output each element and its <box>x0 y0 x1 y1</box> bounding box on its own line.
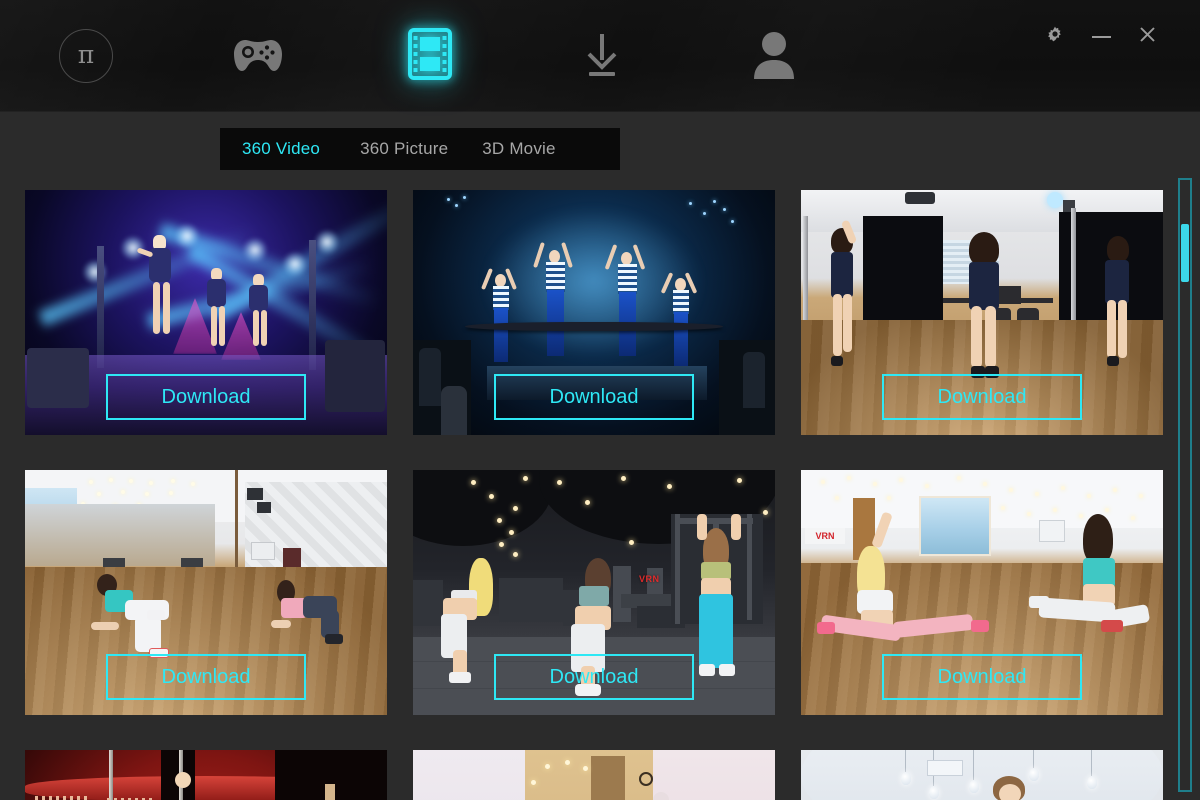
video-card[interactable]: Download <box>801 750 1163 800</box>
video-card[interactable]: Download <box>25 470 387 715</box>
video-card[interactable]: VRN Download <box>801 470 1163 715</box>
vrn-watermark: VRN <box>639 574 660 584</box>
title-bar: π <box>0 0 1200 112</box>
download-button[interactable]: Download <box>106 374 306 420</box>
vrn-watermark: VRN <box>805 528 845 544</box>
download-button[interactable]: Download <box>494 654 694 700</box>
video-card[interactable]: Download <box>801 190 1163 435</box>
thumbnail-image <box>801 750 1163 800</box>
tab-360-picture[interactable]: 360 Picture <box>342 128 466 170</box>
app-window: π 360 Video 360 Picture 3D Movie Downloa… <box>0 0 1200 800</box>
tab-3d-movie[interactable]: 3D Movie <box>466 128 571 170</box>
vertical-scrollbar[interactable] <box>1178 178 1192 792</box>
close-button[interactable] <box>1136 26 1158 48</box>
download-icon <box>579 28 625 85</box>
category-tabs: 360 Video 360 Picture 3D Movie <box>220 128 620 170</box>
nav-item-logo[interactable]: π <box>0 0 172 112</box>
gamepad-icon <box>232 35 284 78</box>
video-card[interactable]: Download <box>413 750 775 800</box>
minimize-icon <box>1091 36 1111 38</box>
nav-item-account[interactable] <box>688 0 860 112</box>
video-grid: Download Download Download Download VRN … <box>25 190 1165 800</box>
download-button[interactable]: Download <box>882 654 1082 700</box>
scrollbar-thumb[interactable] <box>1181 224 1189 282</box>
download-button[interactable]: Download <box>494 374 694 420</box>
film-strip-icon <box>408 27 452 85</box>
gear-icon <box>1046 26 1064 49</box>
video-card[interactable]: Download <box>413 190 775 435</box>
nav-item-games[interactable] <box>172 0 344 112</box>
video-card[interactable]: VRN Download <box>413 470 775 715</box>
window-controls <box>1044 26 1158 48</box>
video-card[interactable]: Download <box>25 190 387 435</box>
download-button[interactable]: Download <box>882 374 1082 420</box>
settings-button[interactable] <box>1044 26 1066 48</box>
thumbnail-image <box>413 750 775 800</box>
minimize-button[interactable] <box>1090 26 1112 48</box>
video-card[interactable]: Download <box>25 750 387 800</box>
main-nav: π <box>0 0 860 112</box>
person-icon <box>750 29 798 84</box>
download-button[interactable]: Download <box>106 654 306 700</box>
close-icon <box>1139 26 1156 48</box>
thumbnail-image <box>25 750 387 800</box>
nav-item-videos[interactable] <box>344 0 516 112</box>
nav-item-download[interactable] <box>516 0 688 112</box>
tab-360-video[interactable]: 360 Video <box>220 128 342 170</box>
pi-logo-icon: π <box>59 29 113 83</box>
